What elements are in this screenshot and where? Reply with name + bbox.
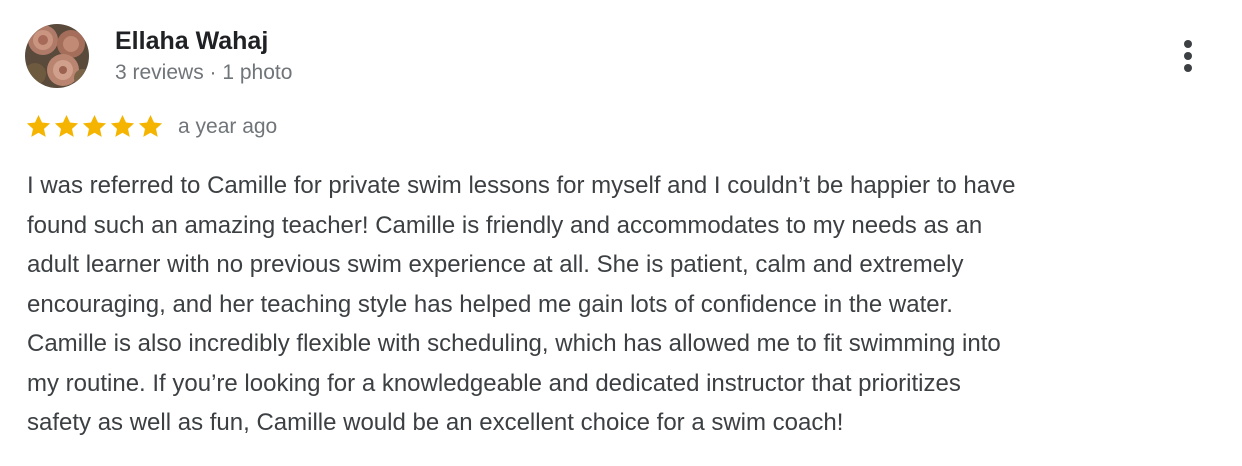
- author-meta: 3 reviews · 1 photo: [115, 61, 293, 84]
- star-icon: [26, 115, 51, 137]
- star-icon: [110, 115, 135, 137]
- star-icon: [138, 115, 163, 137]
- review-text-line: found such an amazing teacher! Camille i…: [27, 211, 983, 239]
- author-avatar[interactable]: [25, 24, 89, 88]
- review-card: Ellaha Wahaj 3 reviews · 1 photo a year …: [0, 0, 1242, 466]
- star-rating: [25, 113, 164, 141]
- rose-photo-avatar: [25, 24, 89, 88]
- review-text-line: Camille is also incredibly flexible with…: [27, 330, 1001, 357]
- review-text-line: I was referred to Camille for private sw…: [27, 172, 1016, 199]
- author-name[interactable]: Ellaha Wahaj: [115, 26, 268, 56]
- more-vert-icon: [1184, 40, 1192, 72]
- review-text: I was referred to Camille for private sw…: [27, 166, 1212, 443]
- review-text-line: safety as well as fun, Camille would be …: [27, 409, 844, 436]
- star-icon: [54, 115, 79, 137]
- review-text-line: my routine. If you’re looking for a know…: [27, 369, 961, 397]
- star-icon: [82, 115, 107, 137]
- review-text-line: encouraging, and her teaching style has …: [27, 290, 953, 318]
- review-text-line: adult learner with no previous swim expe…: [27, 251, 964, 278]
- review-date: a year ago: [178, 115, 278, 138]
- more-options-button[interactable]: [1172, 36, 1204, 76]
